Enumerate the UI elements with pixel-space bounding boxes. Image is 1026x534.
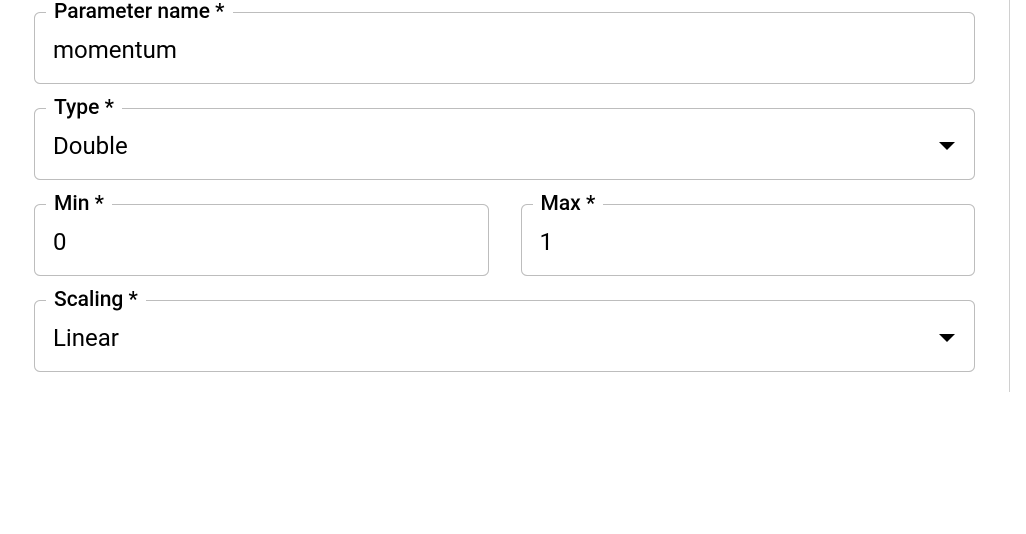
type-label: Type *	[46, 96, 122, 121]
type-value: Double	[53, 132, 926, 160]
scaling-label: Scaling *	[46, 288, 146, 313]
max-value: 1	[540, 228, 957, 256]
type-select[interactable]: Double	[34, 108, 975, 180]
max-field-wrapper: Max * 1	[521, 204, 976, 276]
min-field-wrapper: Min * 0	[34, 204, 489, 276]
scaling-select[interactable]: Linear	[34, 300, 975, 372]
parameter-name-field-wrapper: Parameter name * momentum	[34, 12, 975, 84]
parameter-name-label: Parameter name *	[46, 0, 233, 25]
chevron-down-icon	[938, 140, 956, 152]
min-value: 0	[53, 228, 470, 256]
min-label: Min *	[46, 192, 112, 217]
chevron-down-icon	[938, 332, 956, 344]
scaling-field-wrapper: Scaling * Linear	[34, 300, 975, 372]
parameter-name-value: momentum	[53, 36, 956, 64]
scaling-value: Linear	[53, 324, 926, 352]
min-max-row: Min * 0 Max * 1	[34, 204, 975, 276]
type-field-wrapper: Type * Double	[34, 108, 975, 180]
parameter-form: Parameter name * momentum Type * Double …	[0, 0, 1010, 392]
max-label: Max *	[533, 192, 604, 217]
